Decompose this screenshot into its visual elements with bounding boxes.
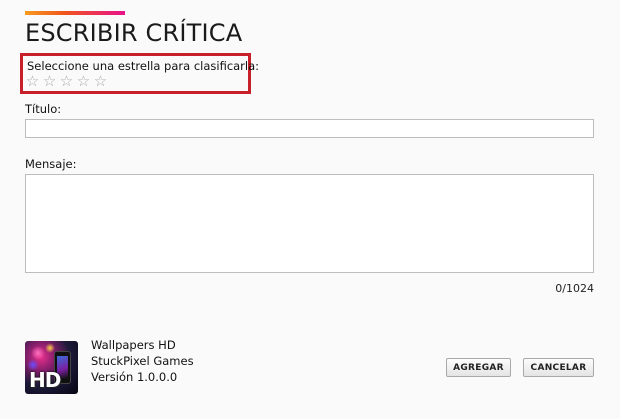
page-title: ESCRIBIR CRÍTICA xyxy=(25,19,243,47)
wallpapers-hd-app-icon: HD xyxy=(25,341,78,394)
title-label: Título: xyxy=(25,102,62,116)
star-rating[interactable]: ☆ ☆ ☆ ☆ ☆ xyxy=(25,74,108,89)
star-1-icon[interactable]: ☆ xyxy=(25,74,40,89)
star-4-icon[interactable]: ☆ xyxy=(76,74,91,89)
rating-highlight-box: Seleccione una estrella para clasificarl… xyxy=(20,53,259,94)
character-count: 0/1024 xyxy=(555,282,594,295)
add-button[interactable]: AGREGAR xyxy=(446,358,511,377)
message-label: Mensaje: xyxy=(25,157,77,171)
title-input[interactable] xyxy=(25,119,594,138)
star-5-icon[interactable]: ☆ xyxy=(93,74,108,89)
app-name: Wallpapers HD xyxy=(91,338,176,352)
app-version: Versión 1.0.0.0 xyxy=(91,370,178,384)
app-icon-hd-text: HD xyxy=(29,368,61,392)
star-2-icon[interactable]: ☆ xyxy=(42,74,57,89)
star-3-icon[interactable]: ☆ xyxy=(59,74,74,89)
app-developer: StuckPixel Games xyxy=(91,354,194,368)
app-info: Wallpapers HD StuckPixel Games Versión 1… xyxy=(91,337,194,385)
icon-glow xyxy=(31,346,45,360)
message-input[interactable] xyxy=(25,174,594,273)
rating-prompt: Seleccione una estrella para clasificarl… xyxy=(27,59,260,73)
cancel-button[interactable]: CANCELAR xyxy=(523,358,594,377)
header-accent-bar xyxy=(25,11,125,15)
